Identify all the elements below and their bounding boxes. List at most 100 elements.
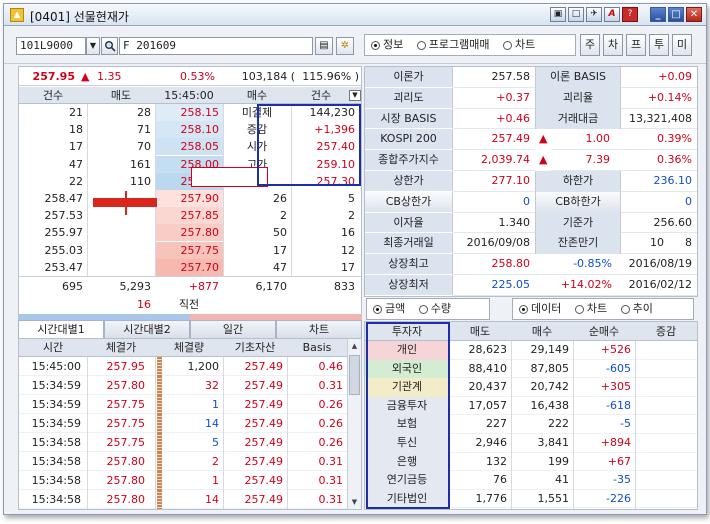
ask-count: 18 [69, 123, 83, 137]
stat-label: KOSPI 200 [365, 129, 453, 151]
tick-hdr-qty: 체결량 [173, 341, 205, 354]
stats-row: 상장최고 258.80 -0.85% 2016/08/19 [365, 254, 697, 275]
investor-buy: 199 [548, 454, 569, 468]
stat-pct: 0.39% [615, 129, 697, 151]
range-price: 257.53 [44, 209, 84, 223]
investor-sell: 1,776 [475, 491, 508, 505]
bid-price[interactable]: 257.75 [155, 241, 223, 259]
stat-change: 7.39 [551, 150, 615, 171]
prev-trade-label: 직전 [178, 298, 200, 311]
investor-net: -35 [613, 473, 631, 487]
code-input[interactable]: 101L9000 [16, 37, 86, 55]
investor-buy: 222 [548, 417, 569, 431]
stat-date: 2016/08/19 [617, 254, 697, 275]
hdr-bid-qty: 매수 [246, 89, 268, 102]
tab-time-1[interactable]: 시간대별1 [18, 320, 104, 338]
ask-price[interactable]: 258.10 [155, 121, 223, 139]
settings-gear-icon[interactable]: ✲ [336, 37, 354, 55]
stat-date: 2016/02/12 [617, 275, 697, 296]
investor-net: -605 [606, 361, 631, 375]
investor-sell: 76 [493, 473, 507, 487]
pin-icon[interactable]: ✈ [586, 7, 602, 22]
tick-price: 257.80 [106, 455, 146, 468]
display-radio-group: 데이터 차트 추이 [512, 298, 694, 320]
radio-trend[interactable] [620, 304, 630, 314]
investor-net: +305 [600, 380, 631, 394]
search-icon[interactable] [101, 37, 118, 55]
link-window-icon[interactable]: ▣ [550, 7, 566, 22]
radio-quantity[interactable] [418, 304, 428, 314]
scroll-down-icon[interactable]: ▼ [348, 495, 361, 509]
investor-net: +526 [600, 343, 631, 356]
save-icon[interactable]: ▤ [315, 37, 333, 55]
stats-row: 최종거래일 2016/09/08 잔존만기 10 8 [365, 233, 697, 255]
stat-label-2: 잔존만기 [535, 233, 621, 255]
tick-basis: 0.31 [318, 455, 344, 468]
help-icon[interactable]: ? [622, 7, 638, 22]
tab-chart[interactable]: 차트 [276, 320, 362, 338]
tick-underlying: 257.49 [244, 360, 284, 373]
shortcut-button-4[interactable]: 투 [649, 34, 669, 56]
investor-buy: 87,805 [530, 361, 570, 375]
ask-price[interactable]: 258.05 [155, 138, 223, 156]
investor-buy: 1,551 [537, 491, 570, 505]
radio-inv-chart[interactable] [574, 304, 584, 314]
tick-scrollbar[interactable]: ▲ ▼ [347, 339, 361, 509]
bid-row: 255.03 257.75 17 12 [19, 241, 361, 259]
ask-price[interactable]: 258.15 [155, 104, 223, 121]
book-totals: 695 5,293 +877 6,170 833 [19, 276, 361, 295]
code-dropdown-icon[interactable]: ▼ [86, 37, 100, 55]
stat-value: 258.80 [453, 254, 535, 275]
radio-program[interactable] [416, 40, 426, 50]
book-dropdown-icon[interactable]: ▼ [349, 90, 361, 101]
investor-buy: 3,841 [537, 436, 570, 449]
stat-label[interactable]: CB상한가 [365, 191, 453, 213]
investor-change [635, 378, 697, 397]
radio-info[interactable] [371, 40, 380, 50]
bid-price[interactable]: 257.80 [155, 224, 223, 242]
shortcut-button-3[interactable]: 프 [626, 34, 646, 56]
tick-row: 15:34:59 257.75 1 257.49 0.26 [19, 395, 347, 414]
column-divider [155, 357, 156, 509]
scroll-thumb[interactable] [349, 355, 360, 395]
shortcut-button-5[interactable]: 미 [672, 34, 692, 56]
tab-daily[interactable]: 일간 [190, 320, 276, 338]
stat-label: 상한가 [365, 171, 453, 192]
shortcut-button-1[interactable]: 주 [580, 34, 600, 56]
investor-highlight-box [366, 322, 450, 509]
stat-label: 이자율 [365, 212, 453, 234]
bid-price[interactable]: 257.85 [155, 207, 223, 225]
tick-row: 15:34:58 257.80 1 257.49 0.31 [19, 471, 347, 490]
scroll-up-icon[interactable]: ▲ [348, 339, 361, 353]
stats-row: 이론가 257.58 이론 BASIS +0.09 [365, 67, 697, 88]
stat-value: 2,039.74 [453, 150, 535, 171]
radio-amount[interactable] [373, 304, 382, 314]
radio-chart[interactable] [502, 40, 512, 50]
tick-qty: 14 [205, 493, 219, 506]
title-bar[interactable]: ▲ [0401] 선물현재가 ▣ □ ✈ A ? _ □ ✕ [4, 4, 706, 26]
window-size-icon[interactable]: □ [568, 7, 584, 22]
tick-row: 15:45:00 257.95 1,200 257.49 0.46 [19, 357, 347, 376]
tick-underlying: 257.49 [244, 493, 284, 506]
tab-time-2[interactable]: 시간대별2 [104, 320, 190, 338]
price-change-pct: 0.53% [180, 70, 215, 83]
minimize-icon[interactable]: _ [650, 7, 666, 22]
bid-price[interactable]: 257.90 [155, 190, 223, 207]
radio-data[interactable] [519, 304, 528, 314]
total-bid-qty: 6,170 [255, 280, 288, 293]
radio-program-label: 프로그램매매 [428, 38, 490, 51]
ask-qty: 28 [137, 106, 151, 119]
shortcut-button-2[interactable]: 차 [603, 34, 623, 56]
font-size-icon[interactable]: A [604, 7, 620, 22]
tick-qty: 5 [212, 436, 219, 449]
investor-change [635, 397, 697, 416]
tick-time: 15:34:58 [31, 455, 81, 468]
investor-sell: 20,437 [468, 380, 508, 394]
bid-count: 5 [348, 192, 355, 205]
stat-label-2[interactable]: CB하한가 [535, 191, 621, 213]
ask-qty: 70 [137, 140, 151, 154]
bid-price[interactable]: 257.70 [155, 258, 223, 276]
maximize-icon[interactable]: □ [668, 7, 684, 22]
close-icon[interactable]: ✕ [686, 7, 702, 22]
investor-net: +894 [600, 436, 631, 449]
